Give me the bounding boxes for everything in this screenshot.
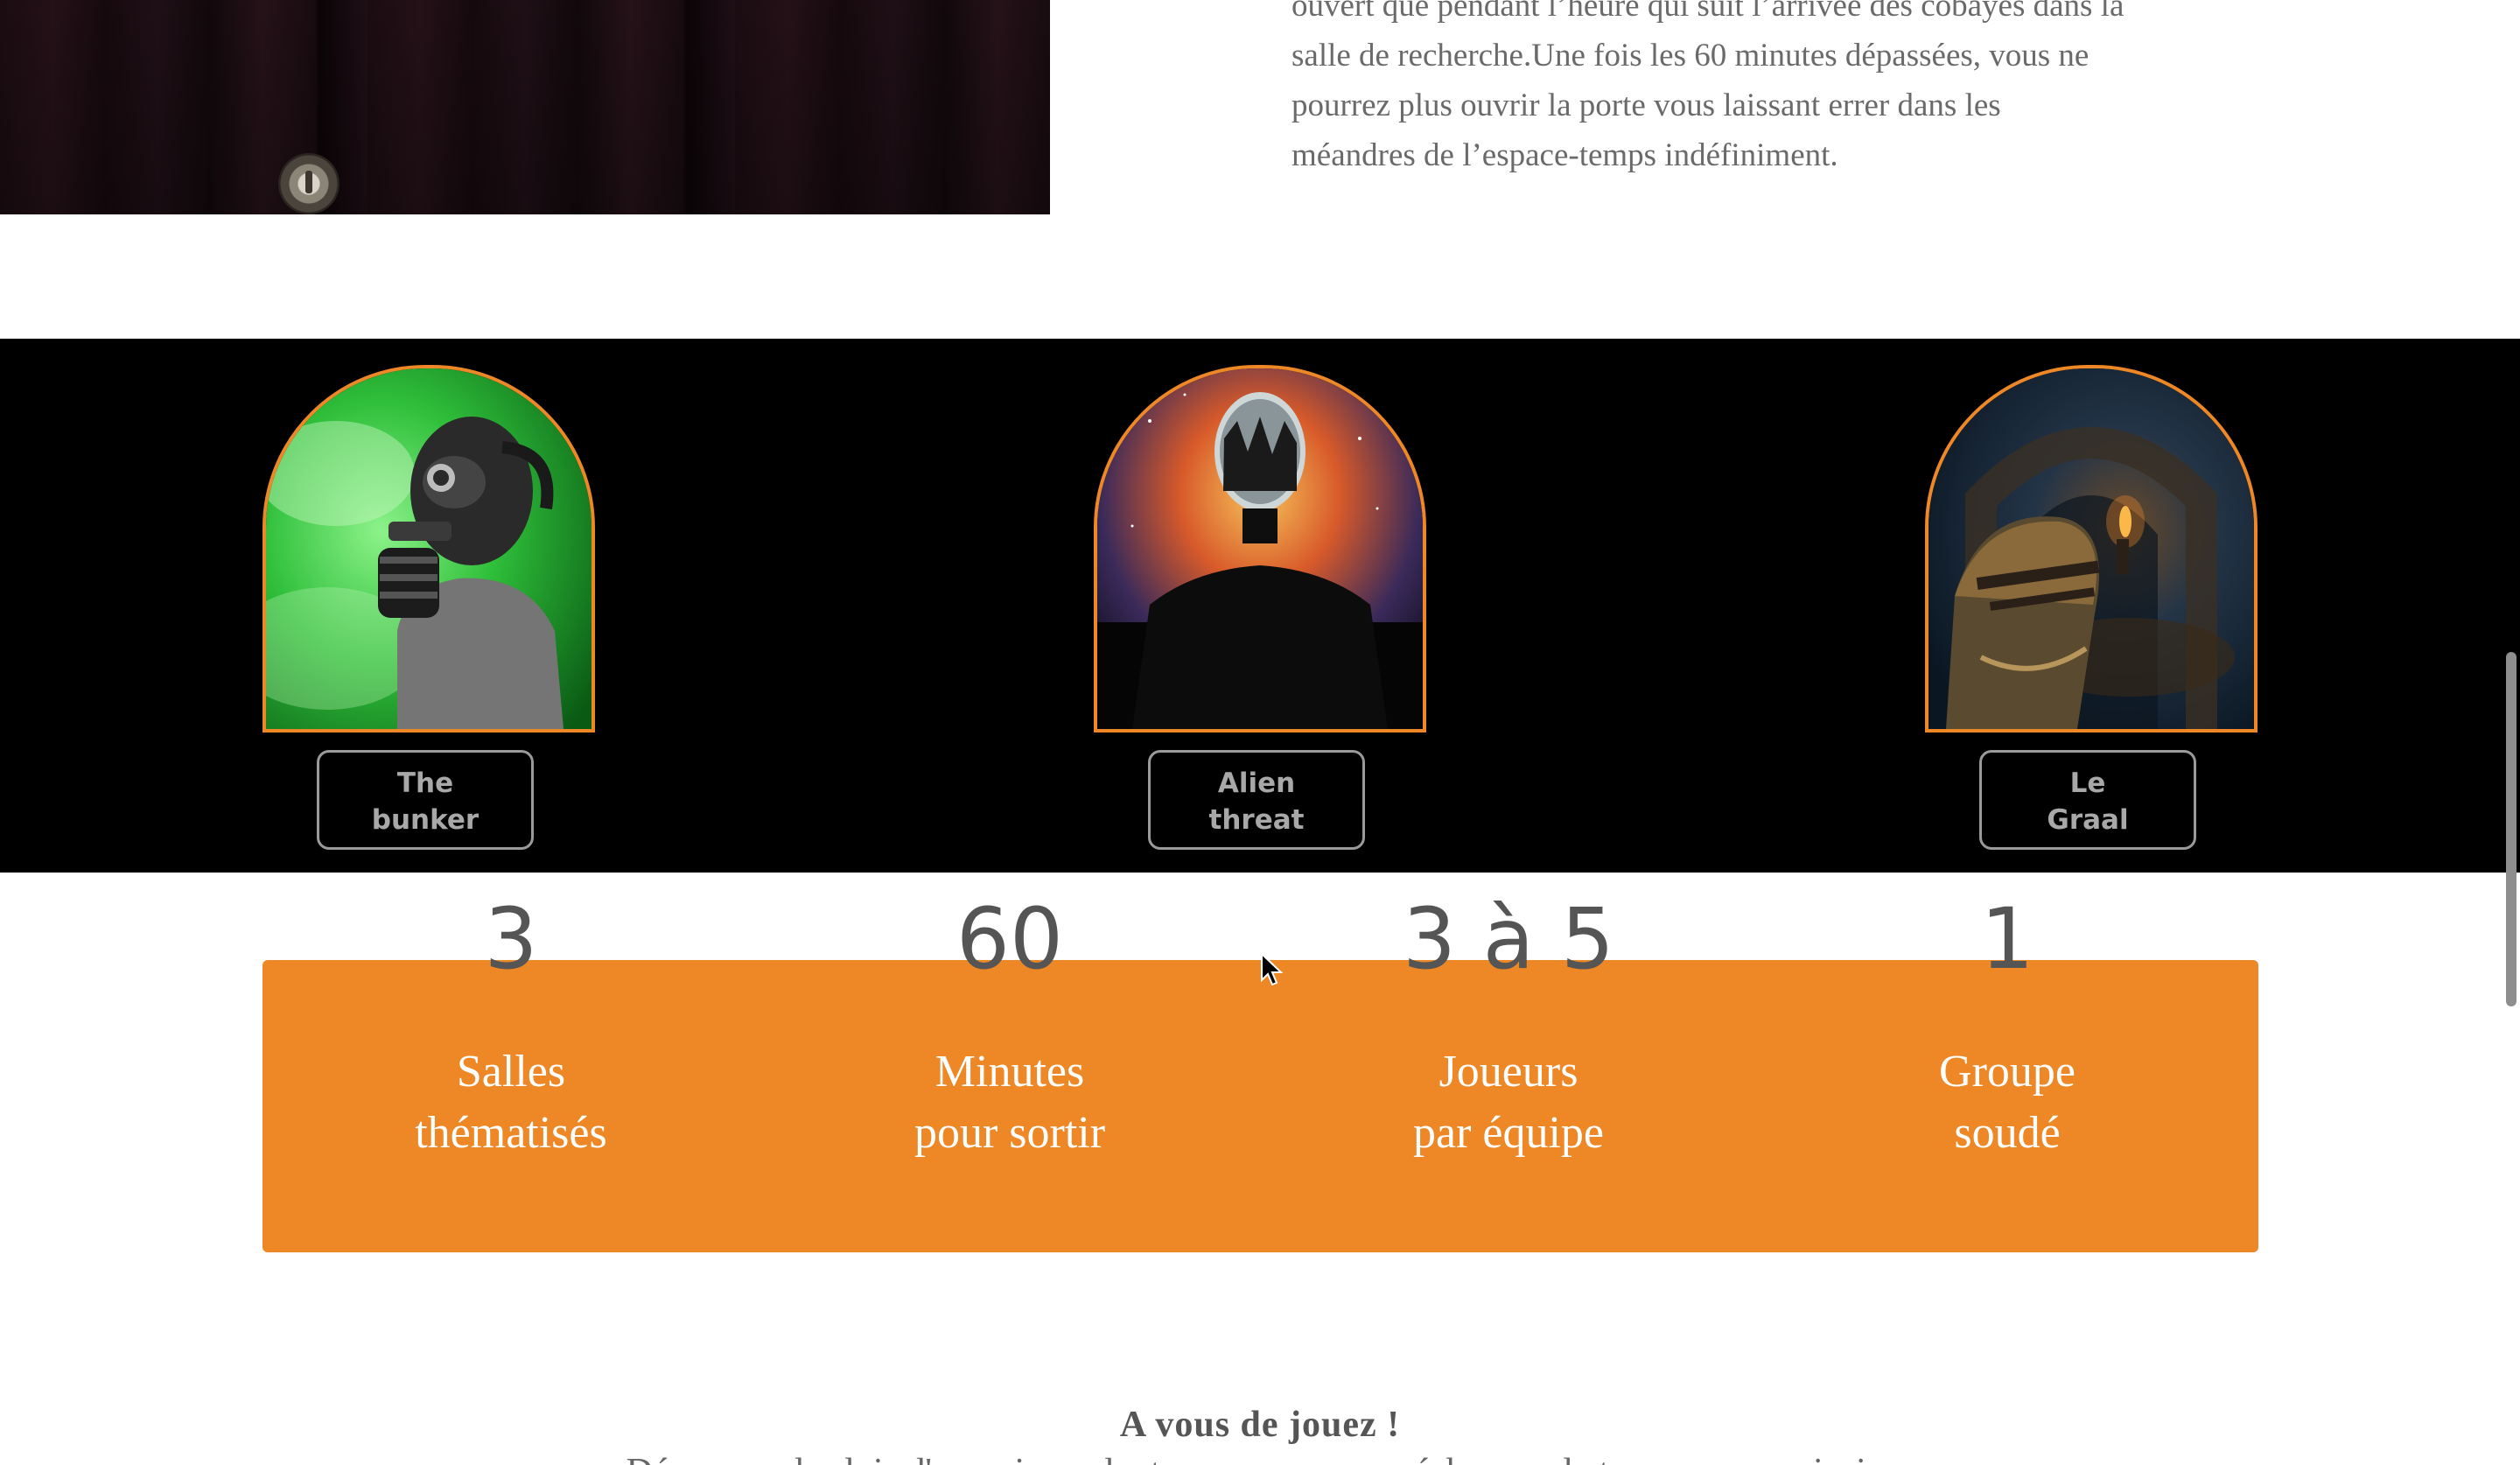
room-button-line: The xyxy=(396,768,454,799)
stat-label-line: Minutes xyxy=(934,1047,1085,1097)
stat-label-line: soudé xyxy=(1954,1108,2061,1158)
gas-mask-image xyxy=(266,368,592,729)
stat-label-rooms: Salles thématisés xyxy=(292,1041,730,1164)
stat-label-line: Groupe xyxy=(1939,1047,2076,1097)
stat-label-line: Salles xyxy=(456,1047,566,1097)
stat-label-line: pour sortir xyxy=(914,1108,1106,1158)
stat-label-line: thématisés xyxy=(415,1108,607,1158)
cta-subtitle: Découvrez les lois d'un univers dont vou… xyxy=(0,1446,2520,1465)
intro-line: ouvert que pendant l’heure qui suit l’ar… xyxy=(1292,0,2124,24)
room-card-bunker: The bunker xyxy=(262,365,595,850)
intro-line: pourrez plus ouvrir la porte vous laissa… xyxy=(1292,88,2001,123)
room-button-bunker[interactable]: The bunker xyxy=(317,750,534,850)
room-button-line: threat xyxy=(1208,804,1305,836)
stat-label-minutes: Minutes pour sortir xyxy=(791,1041,1228,1164)
room-image-bunker xyxy=(262,365,595,732)
room-image-alien xyxy=(1094,365,1426,732)
room-button-line: bunker xyxy=(371,804,480,836)
stat-label-line: Joueurs xyxy=(1438,1047,1578,1097)
room-button-alien[interactable]: Alien threat xyxy=(1148,750,1365,850)
stat-label-group: Groupe soudé xyxy=(1788,1041,2226,1164)
intro-line: méandres de l’espace-temps indéfiniment. xyxy=(1292,137,1838,173)
cta-title: A vous de jouez ! xyxy=(1119,1405,1401,1445)
door-image xyxy=(0,0,1050,214)
stat-number-players: 3 à 5 xyxy=(1402,890,1614,988)
knight-helmet-image xyxy=(1928,368,2254,729)
scroll-thumb[interactable] xyxy=(2506,652,2516,1006)
room-card-graal: Le Graal xyxy=(1925,365,2258,850)
keyhole-slot xyxy=(305,171,312,193)
room-button-line: Le xyxy=(2069,768,2106,799)
stat-label-line: par équipe xyxy=(1412,1108,1604,1158)
stat-number-group: 1 xyxy=(1980,890,2034,988)
page-scrollbar[interactable] xyxy=(2501,0,2520,1465)
intro-paragraph: ouvert que pendant l’heure qui suit l’ar… xyxy=(1292,0,2280,180)
room-card-alien: Alien threat xyxy=(1094,365,1426,850)
room-button-graal[interactable]: Le Graal xyxy=(1979,750,2196,850)
room-image-graal xyxy=(1925,365,2258,732)
stat-label-players: Joueurs par équipe xyxy=(1290,1041,1727,1164)
alien-figure-image xyxy=(1097,368,1423,729)
room-button-line: Graal xyxy=(2047,804,2129,836)
stat-number-minutes: 60 xyxy=(956,890,1064,988)
stat-number-rooms: 3 xyxy=(484,890,538,988)
room-button-line: Alien xyxy=(1217,768,1296,799)
intro-line: salle de recherche.Une fois les 60 minut… xyxy=(1292,38,2090,74)
